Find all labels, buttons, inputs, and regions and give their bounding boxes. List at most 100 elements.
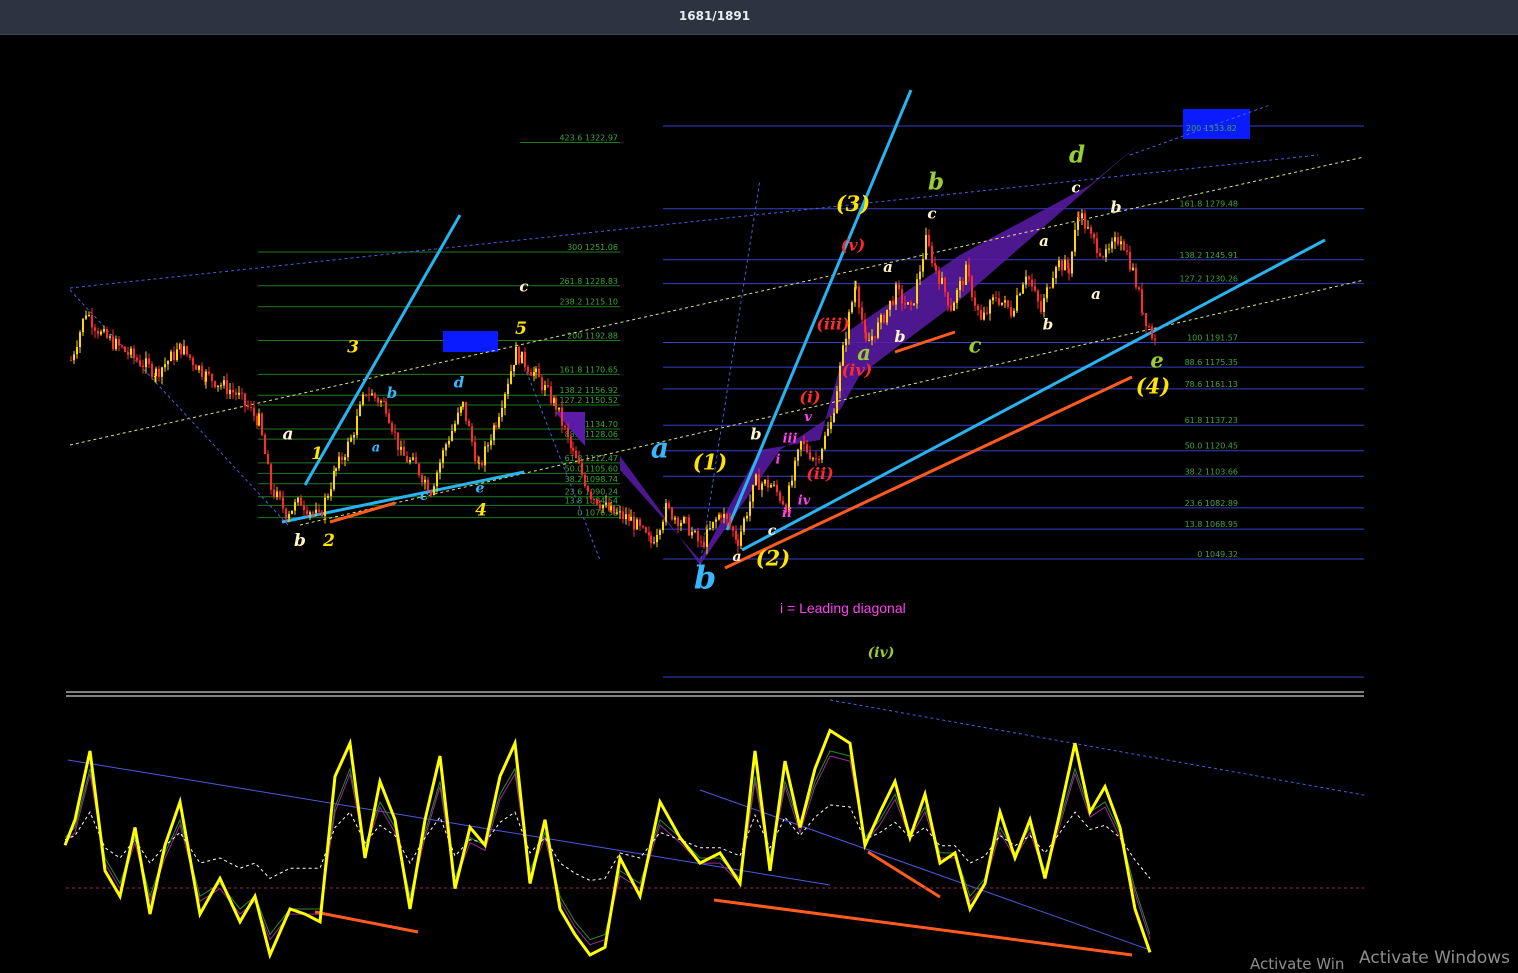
candle — [616, 512, 618, 514]
candle — [662, 521, 664, 531]
candle — [484, 446, 486, 466]
candle — [91, 315, 93, 328]
wave-label: iv — [798, 494, 811, 509]
candle — [100, 331, 102, 335]
wave-label: 1 — [311, 444, 323, 464]
wave-label: b — [387, 384, 398, 402]
candle — [498, 416, 500, 428]
candle — [421, 475, 423, 483]
candle — [636, 519, 638, 530]
candle — [913, 303, 915, 305]
candle — [247, 405, 249, 408]
candle — [1096, 238, 1098, 254]
candle — [809, 452, 811, 460]
fib-label-right: 78.6 1161.13 — [1185, 380, 1238, 389]
candle — [1031, 279, 1033, 287]
candle — [535, 368, 537, 373]
leading-diagonal-note: i = Leading diagonal — [780, 600, 906, 616]
candle — [575, 450, 577, 459]
candle — [273, 489, 275, 497]
candle — [481, 462, 483, 466]
candle — [688, 517, 690, 536]
candle — [1145, 313, 1147, 327]
fib-label-right: 161.8 1279.48 — [1179, 200, 1238, 209]
candle — [656, 534, 658, 543]
candle — [415, 457, 417, 464]
wave-label: a — [372, 440, 380, 455]
fib-label-left: 300 1251.06 — [567, 243, 618, 252]
candle — [1028, 276, 1030, 280]
candle — [803, 441, 805, 445]
candle — [971, 276, 973, 298]
candle — [650, 535, 652, 544]
candle — [764, 479, 766, 484]
candle — [335, 468, 337, 472]
candle — [220, 385, 222, 387]
dashed-osc-line — [829, 699, 1365, 796]
candle — [645, 527, 647, 533]
target-box-left — [443, 331, 498, 352]
oscillator-green-line — [64, 750, 1151, 941]
candle — [1102, 256, 1104, 258]
candle — [198, 365, 200, 370]
candle — [883, 315, 885, 323]
candle — [558, 407, 560, 410]
candle — [732, 526, 734, 531]
candle — [541, 377, 543, 391]
candle — [139, 360, 141, 366]
wave-label: e — [1150, 348, 1163, 373]
wave-label: a — [651, 432, 669, 465]
candle — [94, 327, 96, 331]
candle — [659, 530, 661, 535]
wave-label: i — [776, 453, 781, 468]
channel-fill — [620, 143, 1140, 565]
candle — [442, 450, 444, 463]
candle — [256, 415, 258, 426]
wave-label: a — [282, 424, 293, 444]
candle — [1114, 237, 1116, 242]
window-title-bar: 1681/1891 — [0, 0, 1518, 35]
candle — [758, 474, 760, 490]
candle — [1141, 289, 1143, 313]
candle — [570, 437, 572, 448]
candle — [118, 339, 120, 346]
candle — [371, 393, 373, 396]
candle — [1040, 301, 1042, 312]
candle — [720, 514, 722, 518]
candle — [515, 346, 517, 365]
candle — [1043, 298, 1045, 312]
candle — [1093, 233, 1095, 239]
candle — [581, 463, 583, 475]
candle — [267, 454, 269, 465]
candle — [291, 510, 293, 514]
fib-label-right: 38.2 1103.66 — [1185, 467, 1238, 476]
candle — [877, 322, 879, 338]
candle — [161, 367, 163, 377]
fib-label-left: 423.6 1322.97 — [559, 134, 618, 143]
candle — [1151, 326, 1153, 339]
target-box-label: 200 1333.82 — [1186, 124, 1237, 133]
candle — [871, 336, 873, 341]
candle — [613, 506, 615, 514]
candle — [1126, 250, 1128, 252]
candle — [904, 303, 906, 305]
wave-label: a — [1091, 285, 1101, 303]
price-chart-canvas[interactable]: 423.6 1322.97300 1251.06261.8 1228.83238… — [0, 34, 1518, 971]
candle — [309, 512, 311, 515]
candle — [561, 407, 563, 426]
candle — [70, 360, 72, 362]
candle — [1123, 241, 1125, 251]
candle — [151, 363, 153, 377]
candle — [513, 364, 515, 372]
candle — [1148, 326, 1150, 328]
candle — [839, 365, 841, 392]
candle — [1049, 287, 1051, 289]
candle — [907, 302, 909, 305]
candle — [639, 519, 641, 526]
candle — [1001, 302, 1003, 305]
candle — [130, 348, 132, 355]
wave-label: a — [857, 340, 871, 365]
candle — [324, 497, 326, 517]
candle — [1025, 276, 1027, 285]
candle — [605, 502, 607, 505]
